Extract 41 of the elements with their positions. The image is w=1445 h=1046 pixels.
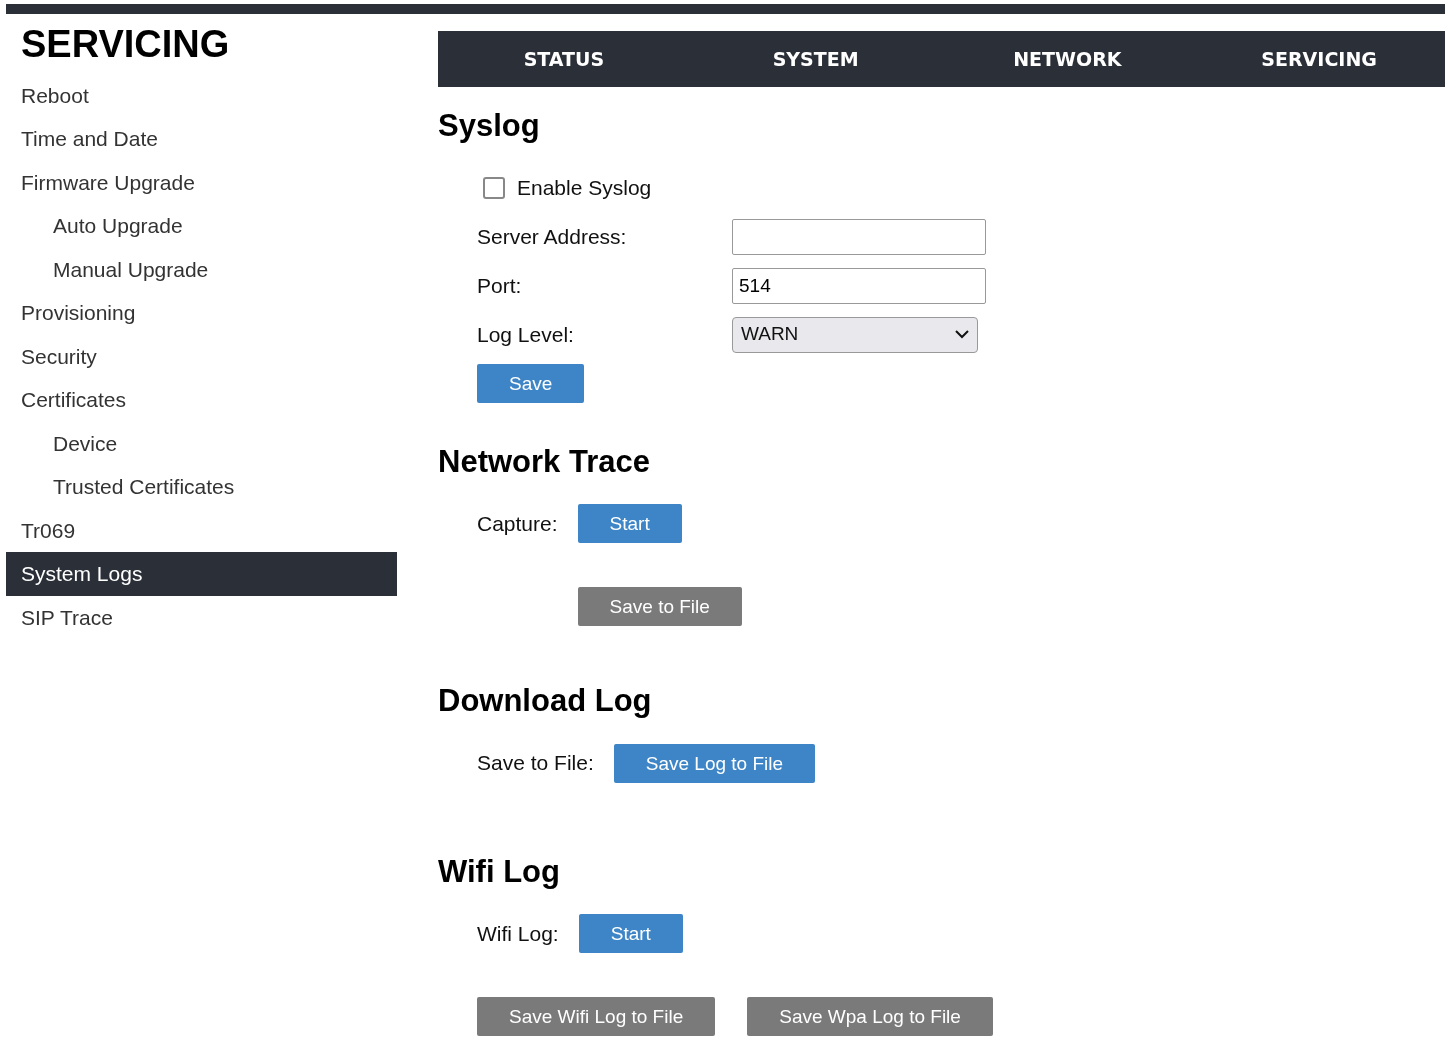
field-label: Wifi Log:	[477, 920, 559, 947]
button[interactable]: Start	[578, 913, 683, 953]
section-heading: Network Trace	[438, 443, 651, 481]
sidebar-title: SERVICING	[21, 24, 231, 66]
button[interactable]: Save	[477, 364, 585, 404]
field-label: Save to File:	[477, 750, 594, 777]
sidebar-item[interactable]: Auto Upgrade	[6, 204, 397, 248]
sidebar-item[interactable]: Device	[6, 421, 397, 466]
sidebar-item[interactable]: Reboot	[6, 73, 397, 118]
field-label: Server Address:	[477, 223, 628, 250]
dropdown[interactable]: WARN	[732, 316, 978, 353]
button[interactable]: Save Wpa Log to File	[747, 996, 993, 1036]
input-field[interactable]: 514	[732, 267, 986, 304]
section-heading: Syslog	[438, 107, 541, 145]
button[interactable]: Save Log to File	[613, 743, 816, 783]
nav-tab[interactable]: SYSTEM	[689, 31, 942, 87]
sidebar-item[interactable]: Firmware Upgrade	[6, 160, 397, 205]
sidebar-item[interactable]: SIP Trace	[6, 595, 397, 640]
sidebar-item[interactable]: Provisioning	[6, 291, 397, 335]
sidebar-item[interactable]: System Logs	[6, 552, 397, 596]
section-heading: Download Log	[438, 682, 653, 720]
field-label: Port:	[477, 272, 523, 299]
section-heading: Wifi Log	[438, 852, 561, 890]
sidebar-item[interactable]: Certificates	[6, 378, 397, 422]
button[interactable]: Save to File	[577, 587, 742, 627]
checkbox-label: Enable Syslog	[517, 174, 653, 201]
button[interactable]: Start	[577, 504, 682, 544]
nav-tab[interactable]: NETWORK	[941, 31, 1194, 87]
input-field[interactable]	[732, 218, 986, 255]
sidebar-item[interactable]: Tr069	[6, 508, 397, 553]
field-label: Log Level:	[477, 321, 575, 348]
caret-icon	[955, 330, 969, 340]
checkbox[interactable]	[483, 176, 505, 199]
button[interactable]: Save Wifi Log to File	[477, 996, 716, 1036]
nav-tab[interactable]: STATUS	[438, 31, 690, 87]
sidebar-item[interactable]: Time and Date	[6, 117, 397, 161]
sidebar-item[interactable]: Manual Upgrade	[6, 247, 397, 292]
field-label: Capture:	[477, 511, 558, 538]
sidebar-item[interactable]: Trusted Certificates	[6, 465, 397, 509]
nav-tab[interactable]: SERVICING	[1193, 31, 1445, 87]
sidebar-item[interactable]: Security	[6, 334, 397, 379]
